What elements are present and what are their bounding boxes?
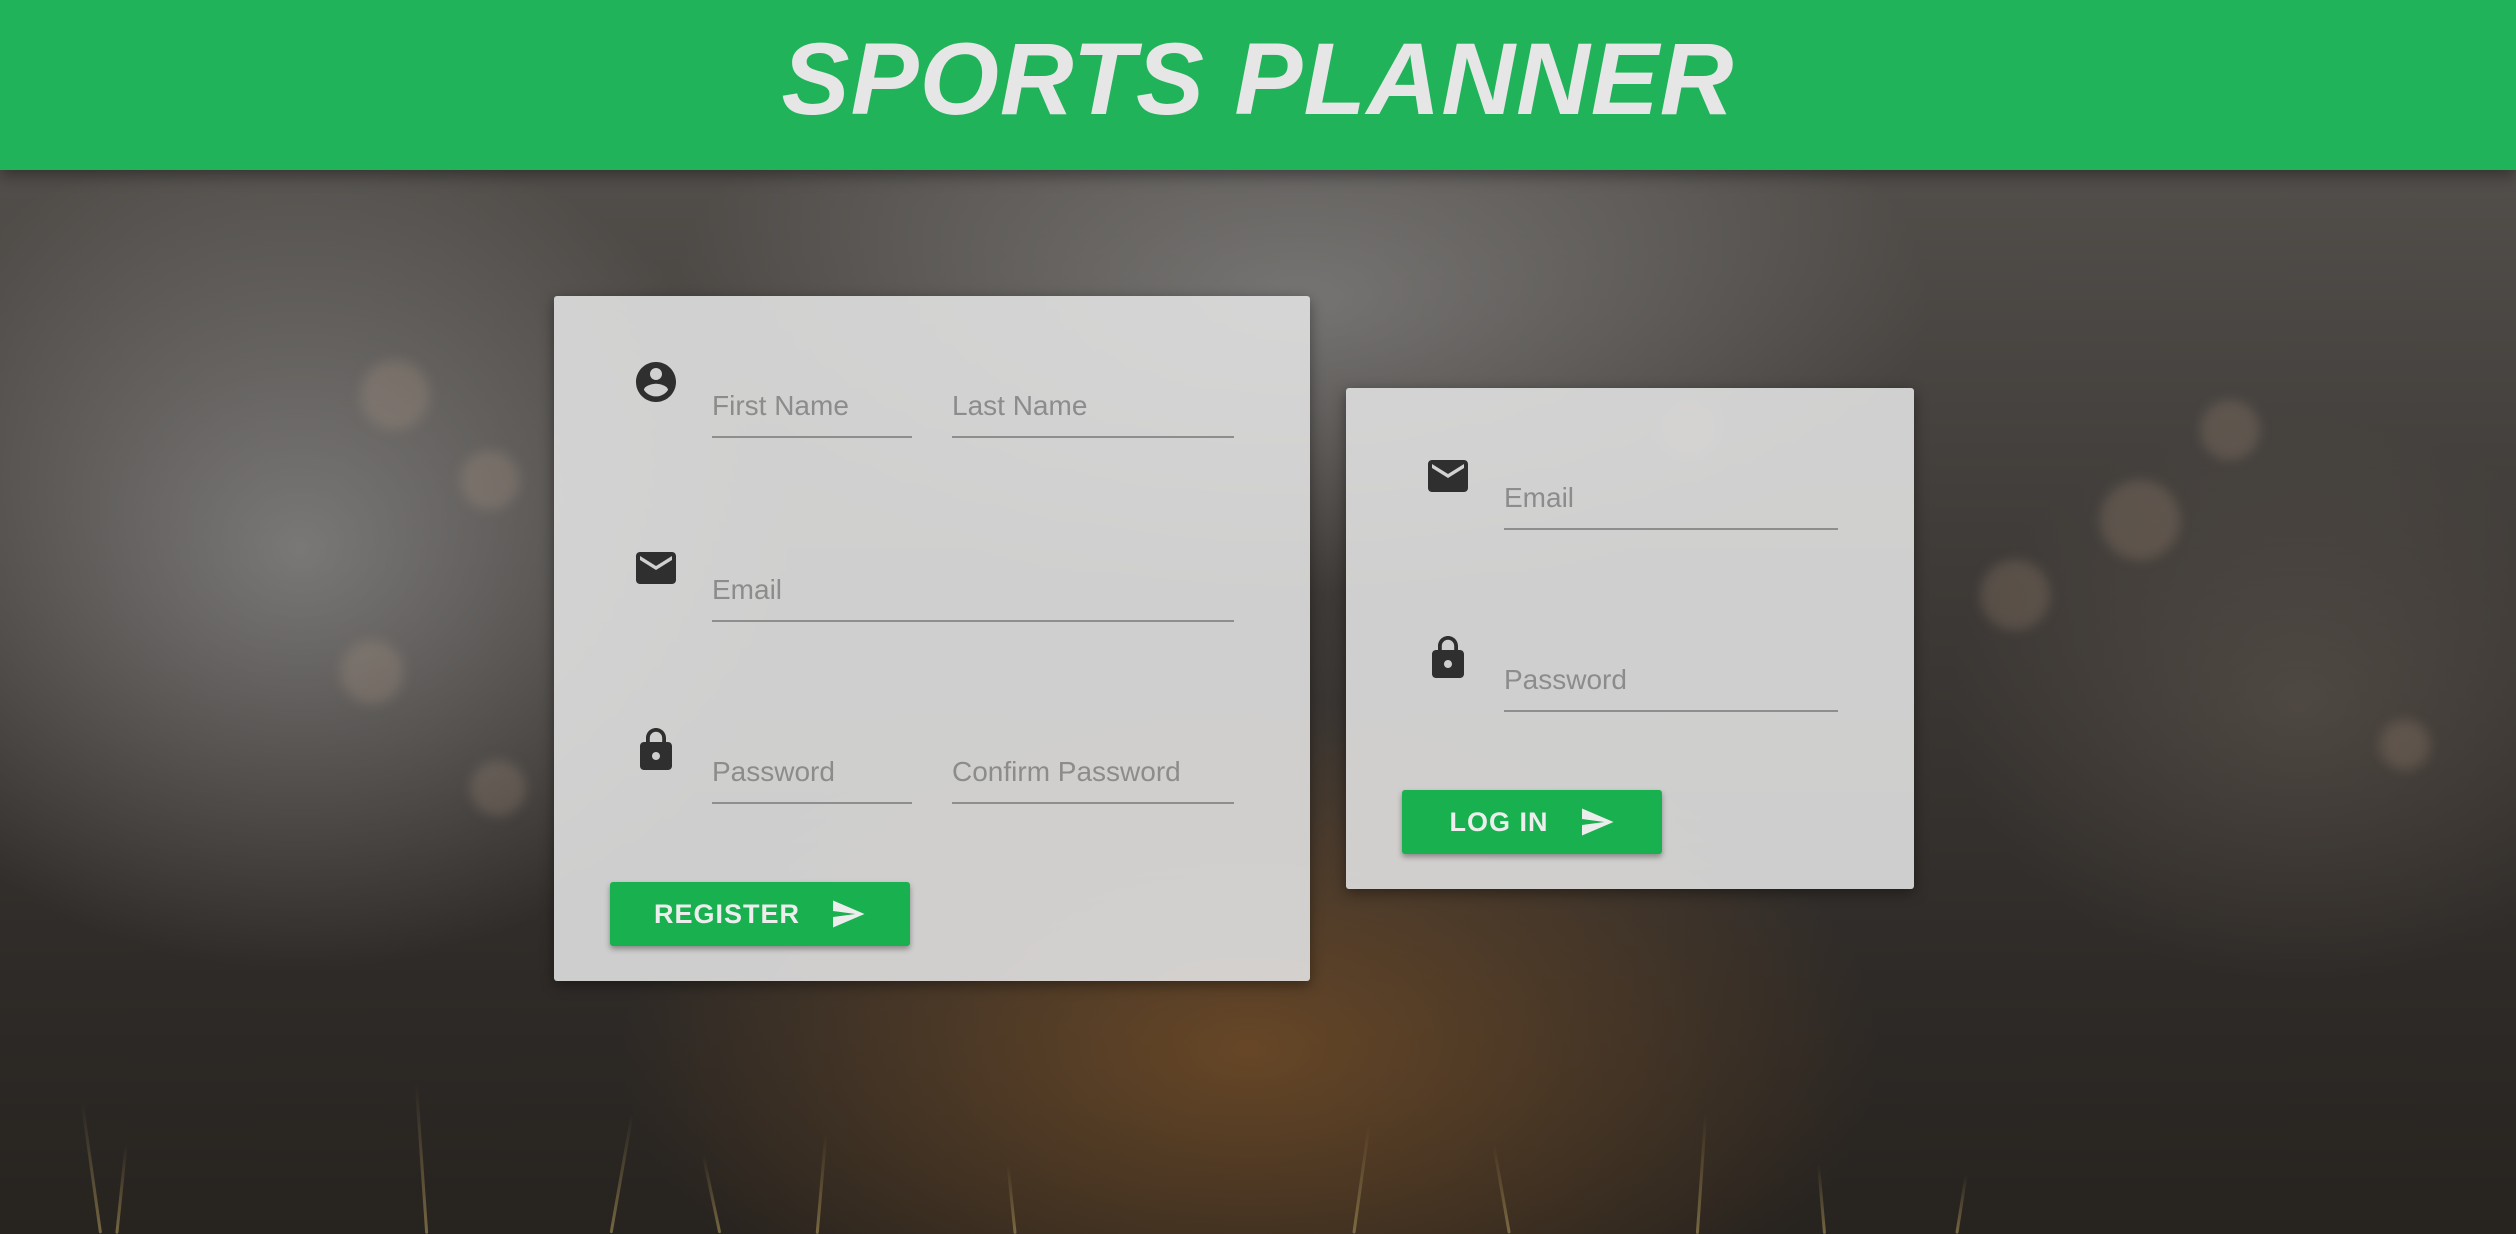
login-card: LOG IN [1346, 388, 1914, 889]
login-password-field[interactable] [1504, 650, 1838, 712]
grass-blade [115, 1144, 128, 1234]
bokeh-decoration [1980, 560, 2050, 630]
app-title: SPORTS PLANNER [781, 21, 1735, 136]
last-name-field[interactable] [952, 376, 1234, 438]
register-email-field[interactable] [712, 560, 1234, 622]
confirm-password-field[interactable] [952, 742, 1234, 804]
grass-blade [1006, 1164, 1017, 1234]
grass-blade [1352, 1124, 1371, 1234]
mail-icon [1424, 452, 1472, 500]
bokeh-decoration [2200, 400, 2260, 460]
bokeh-decoration [2380, 720, 2430, 770]
confirm-password-input[interactable] [952, 742, 1234, 802]
grass-blade [1695, 1114, 1708, 1234]
register-password-input[interactable] [712, 742, 912, 802]
first-name-field[interactable] [712, 376, 912, 438]
login-email-field[interactable] [1504, 468, 1838, 530]
bokeh-decoration [460, 450, 520, 510]
first-name-input[interactable] [712, 376, 912, 436]
grass-blade [815, 1134, 828, 1234]
register-password-field[interactable] [712, 742, 912, 804]
login-password-input[interactable] [1504, 650, 1838, 710]
send-icon [1579, 804, 1615, 840]
account-circle-icon [632, 358, 680, 406]
bokeh-decoration [340, 640, 404, 704]
login-button[interactable]: LOG IN [1402, 790, 1662, 854]
send-icon [830, 896, 866, 932]
grass-blade [1492, 1144, 1511, 1234]
login-email-input[interactable] [1504, 468, 1838, 528]
lock-icon [632, 726, 680, 774]
grass-blade [1955, 1174, 1968, 1234]
mail-icon [632, 544, 680, 592]
bokeh-decoration [470, 760, 526, 816]
grass-blade [701, 1154, 722, 1234]
bokeh-decoration [360, 360, 430, 430]
grass-blade [414, 1084, 429, 1234]
grass-blade [1816, 1164, 1827, 1234]
login-button-label: LOG IN [1449, 806, 1549, 837]
page-background: SPORTS PLANNER REGISTER [0, 0, 2516, 1234]
register-card: REGISTER [554, 296, 1310, 981]
app-header: SPORTS PLANNER [0, 0, 2516, 170]
last-name-input[interactable] [952, 376, 1234, 436]
grass-blade [80, 1104, 103, 1234]
lock-icon [1424, 634, 1472, 682]
bokeh-decoration [2100, 480, 2180, 560]
register-button[interactable]: REGISTER [610, 882, 910, 946]
register-email-input[interactable] [712, 560, 1234, 620]
grass-blade [609, 1114, 634, 1234]
register-button-label: REGISTER [653, 898, 801, 929]
